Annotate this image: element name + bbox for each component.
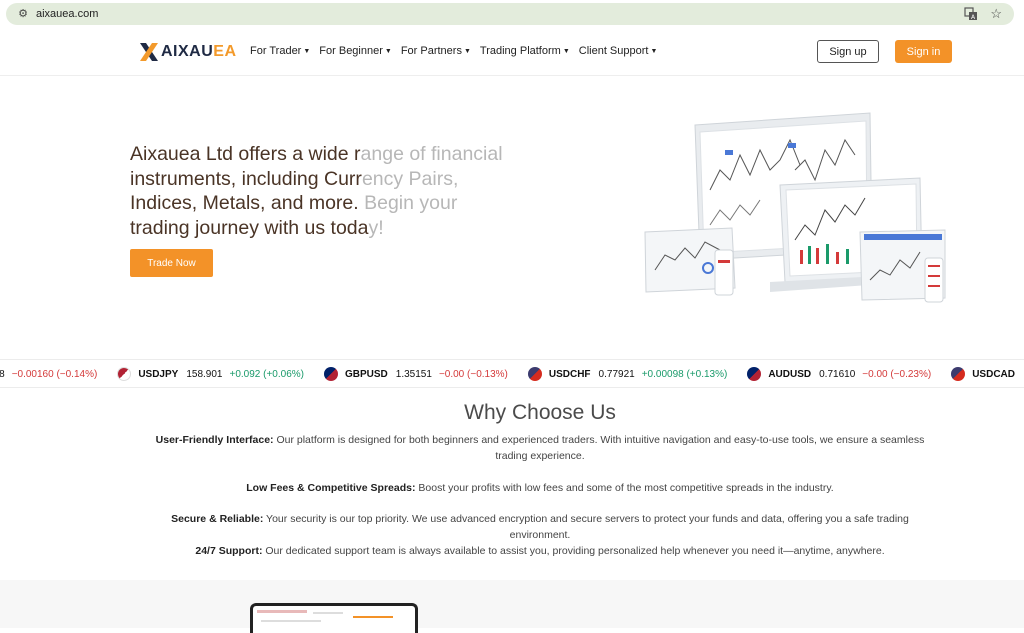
ticker-item[interactable]: USDCHF 0.77921 +0.00098 (+0.13%) [527,367,727,381]
logo-text: AIXAUEA [161,43,237,60]
why-point-secure: Secure & Reliable: Your security is our … [171,513,909,541]
platform-preview-section [0,580,1024,633]
nav-for-trader[interactable]: For Trader ▼ [250,45,310,57]
ticker-item[interactable]: AUDUSD 0.71610 −0.00 (−0.23%) [747,367,931,381]
nav-trading-platform[interactable]: Trading Platform ▼ [480,45,570,57]
ticker-item[interactable]: 718 −0.00160 (−0.14%) [0,369,97,380]
chevron-down-icon: ▼ [384,47,392,55]
gb-us-flag-icon [323,367,338,381]
ticker-row: 718 −0.00160 (−0.14%) USDJPY 158.901 +0.… [0,367,1024,381]
sign-in-button[interactable]: Sign in [895,40,952,63]
trade-now-button[interactable]: Trade Now [130,249,213,277]
ticker-item[interactable]: GBPUSD 1.35151 −0.00 (−0.13%) [323,367,508,381]
site-logo[interactable]: AIXAUEA [138,41,237,63]
why-point-user-friendly: User-Friendly Interface: Our platform is… [155,434,925,462]
translate-icon[interactable]: A [964,7,978,21]
price-ticker: 718 −0.00160 (−0.14%) USDJPY 158.901 +0.… [0,359,1024,388]
chevron-down-icon: ▼ [463,47,471,55]
ticker-item[interactable]: USDCAD [951,367,1023,381]
hero-line: Aixauea Ltd offers a wide range of finan… [130,143,503,165]
sign-up-button[interactable]: Sign up [817,40,879,63]
chevron-down-icon: ▼ [303,47,311,55]
main-nav: For Trader ▼ For Beginner ▼ For Partners ▼ … [250,45,666,57]
site-header: AIXAUEA For Trader ▼ For Beginner ▼ For Pa… [0,28,1024,76]
nav-client-support[interactable]: Client Support ▼ [579,45,658,57]
ticker-item[interactable]: USDJPY 158.901 +0.092 (+0.06%) [117,367,304,381]
us-ca-flag-icon [951,367,966,381]
site-settings-icon[interactable]: ⚙ [16,7,30,21]
nav-for-partners[interactable]: For Partners ▼ [401,45,471,57]
address-bar[interactable]: ⚙ aixauea.com A ☆ [6,3,1014,25]
logo-mark-icon [140,43,158,61]
us-jp-flag-icon [117,367,132,381]
hero-line: instruments, including Currency Pairs, [130,167,459,190]
chevron-down-icon: ▼ [650,47,658,55]
au-us-flag-icon [747,367,762,381]
browser-toolbar: ⚙ aixauea.com A ☆ [0,0,1024,28]
nav-for-beginner[interactable]: For Beginner ▼ [319,45,392,57]
why-choose-us-heading: Why Choose Us [464,401,616,424]
why-point-low-fees: Low Fees & Competitive Spreads: Boost yo… [246,482,834,494]
laptop-screen-graphic [257,610,393,622]
bookmark-star-icon[interactable]: ☆ [990,6,1002,22]
hero-line: Indices, Metals, and more. Begin your [130,192,458,214]
chevron-down-icon: ▼ [562,47,570,55]
us-ch-flag-icon [527,367,542,381]
hero-line: trading journey with us today! [130,216,384,239]
laptop-preview-image [250,603,418,633]
why-point-support: 24/7 Support: Our dedicated support team… [195,545,885,557]
trading-platform-devices-image [644,112,946,303]
hero-headline: Aixauea Ltd offers a wide range of finan… [130,142,530,240]
url-text[interactable]: aixauea.com [36,7,98,21]
